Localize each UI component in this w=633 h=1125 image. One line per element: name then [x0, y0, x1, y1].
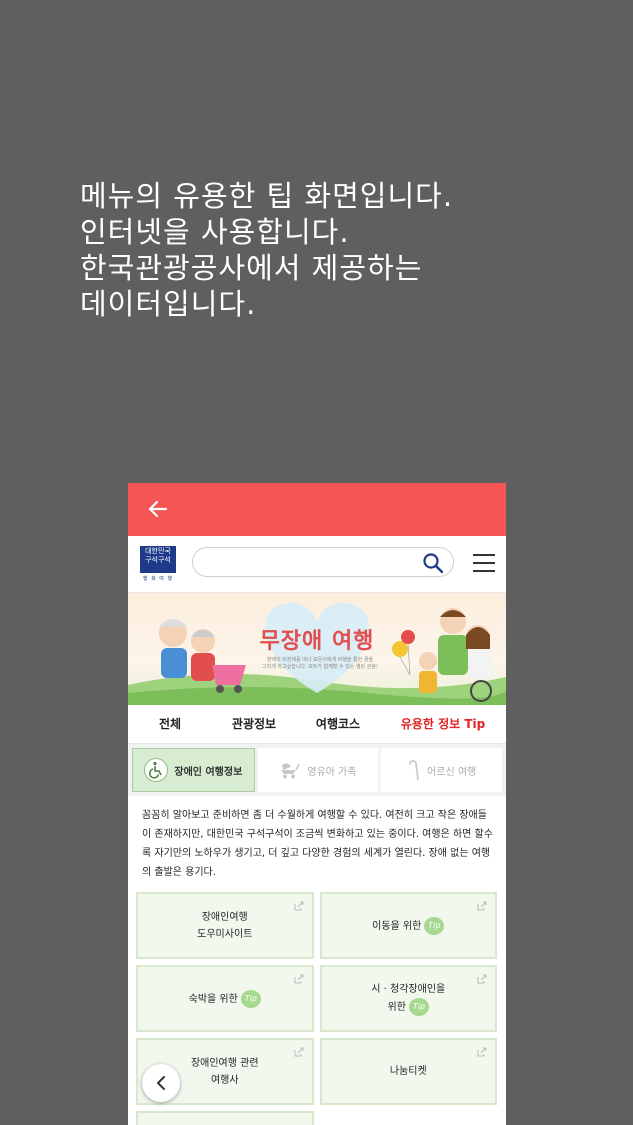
- banner-title: 무장애 여행: [259, 629, 375, 654]
- card-transport-tip[interactable]: 이동을 위한 Tip: [319, 892, 497, 959]
- search-box: [192, 547, 454, 577]
- banner-subtitle-line: 장애의 비장애를 떠나 모든이에게 여행을 통한 꿈을: [266, 657, 374, 663]
- tab-useful-tips[interactable]: 유용한 정보 Tip: [380, 705, 506, 743]
- subtab-label: 장애인 여행정보: [174, 766, 243, 778]
- card-line: 도우미사이트: [197, 928, 253, 940]
- subtab-bar: 장애인 여행정보 영유아 가족 어르신 여행: [128, 744, 506, 796]
- tab-all[interactable]: 전체: [128, 705, 212, 743]
- caption-line: 인터넷을 사용합니다.: [80, 215, 350, 249]
- subtab-label: 영유아 가족: [307, 766, 357, 778]
- tip-badge: Tip: [240, 989, 261, 1008]
- barrier-free-banner[interactable]: 무장애 여행 장애의 비장애를 떠나 모든이에게 여행을 통한 꿈을 그리게 하…: [128, 593, 506, 705]
- category-tabs: 전체 관광정보 여행코스 유용한 정보 Tip: [128, 705, 506, 744]
- card-partial[interactable]: [136, 1111, 314, 1125]
- chevron-left-icon: [157, 1076, 165, 1090]
- search-input[interactable]: [203, 548, 427, 576]
- site-logo[interactable]: 대한민국 구석구석 행 복 여 행: [140, 546, 176, 584]
- card-helper-site[interactable]: 장애인여행도우미사이트: [136, 892, 314, 959]
- card-line: 숙박을 위한: [188, 993, 238, 1005]
- hamburger-menu-icon[interactable]: [472, 553, 496, 573]
- stroller-icon: [281, 763, 301, 779]
- subtab-infant-family[interactable]: 영유아 가족: [257, 748, 379, 792]
- external-link-icon: [294, 1047, 303, 1057]
- subtab-senior-travel[interactable]: 어르신 여행: [381, 748, 503, 792]
- tab-tour-info[interactable]: 관광정보: [212, 705, 296, 743]
- search-icon[interactable]: [421, 551, 445, 575]
- wheelchair-icon: [144, 758, 169, 782]
- banner-subtitle-line: 그리게 하고싶습니다. 모두가 함께할 수 있는 열린 관광!: [262, 664, 378, 670]
- site-header: 대한민국 구석구석 행 복 여 행: [128, 536, 506, 593]
- card-line: 장애인여행 관련: [190, 1057, 259, 1069]
- card-line: 나눔티켓: [389, 1066, 427, 1077]
- card-line: 위한: [387, 1002, 406, 1013]
- description-text: 꼼꼼히 알아보고 준비하면 좀 더 수월하게 여행할 수 있다. 여전히 크고 …: [142, 810, 493, 878]
- caption-line: 데이터입니다.: [80, 287, 257, 321]
- card-line: 이동을 위한: [372, 920, 422, 932]
- tip-badge: Tip: [424, 916, 445, 935]
- external-link-icon: [294, 974, 303, 984]
- logo-subtext: 행 복 여 행: [142, 576, 174, 582]
- logo-line2: 구석구석: [145, 556, 171, 564]
- phone-screen: 대한민국 구석구석 행 복 여 행 무장애 여행 장애의 비장애를 떠나 모든이…: [128, 483, 506, 1125]
- back-arrow-icon[interactable]: [146, 497, 170, 521]
- caption-text: 메뉴의 유용한 팁 화면입니다. 인터넷을 사용합니다. 한국관광공사에서 제공…: [80, 178, 453, 322]
- tab-travel-course[interactable]: 여행코스: [296, 705, 380, 743]
- link-card-grid: 장애인여행 도우미사이트 이동을 위한 Tip 숙박을 위한 Tip 시 · 청각장애…: [128, 886, 506, 1125]
- card-sensory-tip[interactable]: 시 · 청각장애인을위한 Tip: [319, 965, 497, 1032]
- card-line: 장애인여행: [201, 911, 248, 923]
- app-bar: [128, 483, 506, 536]
- card-lodging-tip[interactable]: 숙박을 위한 Tip: [136, 965, 314, 1032]
- banner-subtitle: 장애의 비장애를 떠나 모든이에게 여행을 통한 꿈을 그리게 하고싶습니다. …: [255, 657, 385, 671]
- external-link-icon: [477, 974, 487, 984]
- subtab-label: 어르신 여행: [427, 766, 477, 778]
- external-link-icon: [294, 901, 303, 911]
- card-line: 시 · 청각장애인을: [371, 984, 446, 995]
- card-line: 여행사: [210, 1074, 239, 1086]
- subtab-disabled-travel[interactable]: 장애인 여행정보: [132, 748, 255, 792]
- card-sharing-ticket[interactable]: 나눔티켓: [319, 1038, 497, 1105]
- caption-line: 한국관광공사에서 제공하는: [80, 251, 423, 285]
- cane-icon: [409, 760, 419, 780]
- tip-badge: Tip: [408, 998, 429, 1016]
- external-link-icon: [477, 901, 487, 911]
- float-back-button[interactable]: [142, 1064, 180, 1102]
- logo-box: 대한민국 구석구석: [140, 546, 176, 573]
- logo-line1: 대한민국: [145, 547, 171, 555]
- external-link-icon: [477, 1047, 487, 1057]
- caption-line: 메뉴의 유용한 팁 화면입니다.: [80, 179, 454, 213]
